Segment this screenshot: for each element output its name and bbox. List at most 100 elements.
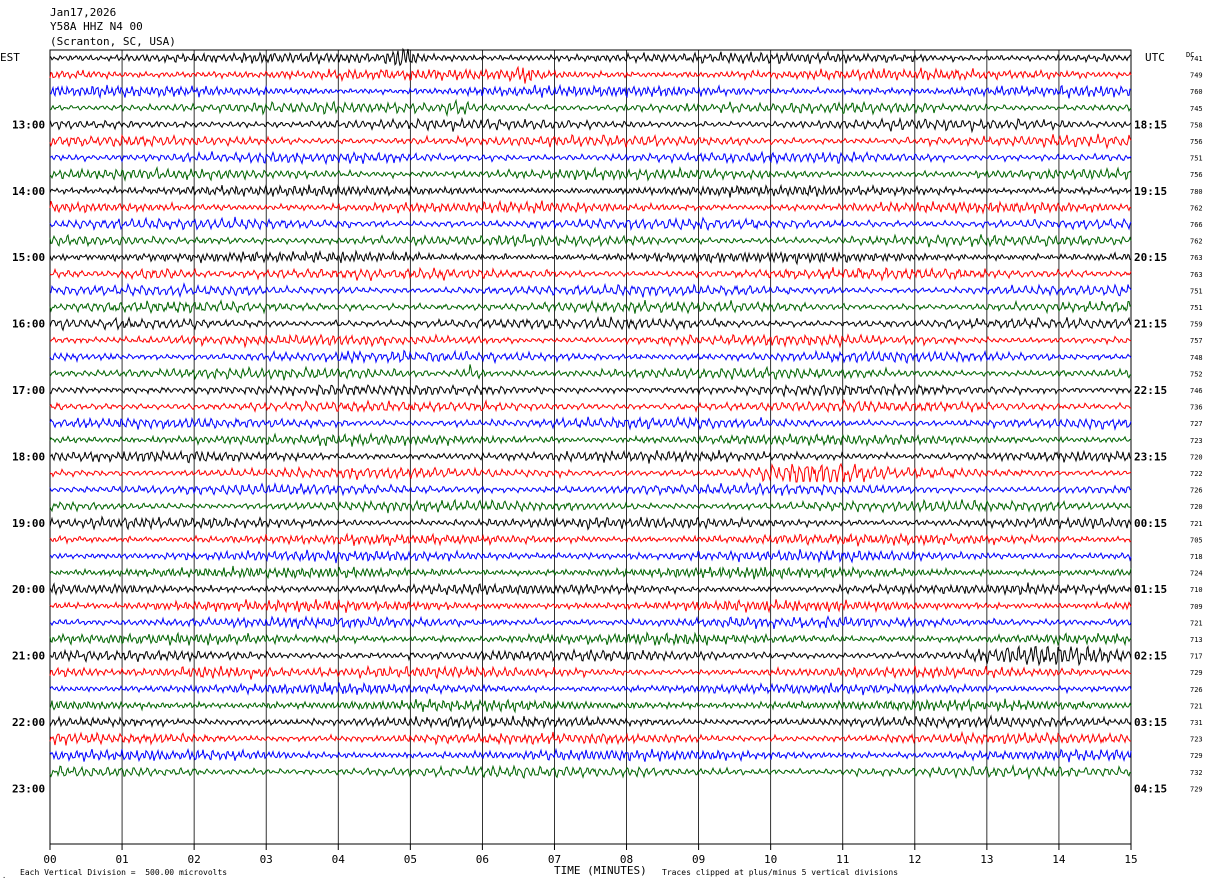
dc-value: 710 xyxy=(1190,586,1203,594)
x-tick-label-02: 02 xyxy=(188,853,201,866)
dc-value: 748 xyxy=(1190,354,1203,362)
trace-row-26 xyxy=(49,481,1132,497)
station-label: Y58A HHZ N4 00 xyxy=(50,20,143,33)
dc-value: 758 xyxy=(1190,121,1203,129)
x-tick-label-15: 15 xyxy=(1124,853,1137,866)
dc-value: 752 xyxy=(1190,370,1203,378)
x-axis-ticks: 00 01 02 03 04 05 06 07 08 09 10 11 12 13 14 15 xyxy=(43,844,1138,866)
trace-row-32 xyxy=(49,582,1132,597)
right-hour-label: 18:15 xyxy=(1134,118,1167,131)
trace-row-39 xyxy=(49,698,1132,714)
left-hour-label: 22:00 xyxy=(12,716,45,729)
right-timezone-label: UTC xyxy=(1145,51,1165,64)
left-hour-label: 23:00 xyxy=(12,782,45,795)
trace-row-31 xyxy=(49,565,1132,580)
dc-value: 745 xyxy=(1190,105,1203,113)
trace-row-5 xyxy=(49,133,1132,150)
x-tick-label-03: 03 xyxy=(260,853,273,866)
left-hour-label: 17:00 xyxy=(12,384,45,397)
x-tick-label-13: 13 xyxy=(980,853,993,866)
clip-note: Traces clipped at plus/minus 5 vertical … xyxy=(662,868,898,877)
dc-value: 759 xyxy=(1190,321,1203,329)
dc-value: 721 xyxy=(1190,520,1203,528)
dc-value: 751 xyxy=(1190,155,1203,163)
x-tick-label-11: 11 xyxy=(836,853,849,866)
dc-value: 720 xyxy=(1190,453,1203,461)
dc-value: 766 xyxy=(1190,221,1203,229)
dc-value: 729 xyxy=(1190,669,1203,677)
dc-value: 709 xyxy=(1190,603,1203,611)
x-tick-label-14: 14 xyxy=(1052,853,1066,866)
date-label: Jan17,2026 xyxy=(50,6,116,19)
dc-value: 731 xyxy=(1190,719,1203,727)
dc-value: 760 xyxy=(1190,88,1203,96)
dc-value: 721 xyxy=(1190,702,1203,710)
left-timezone-label: EST xyxy=(0,51,20,64)
dc-values-column: 741 749 760 745 758 756 751 756 780 762 766 762 763 7… xyxy=(1190,55,1203,793)
dc-value: 718 xyxy=(1190,553,1203,561)
x-tick-label-10: 10 xyxy=(764,853,777,866)
dc-value: 729 xyxy=(1190,785,1203,793)
trace-row-35 xyxy=(49,631,1132,647)
right-hour-label: 00:15 xyxy=(1134,517,1167,530)
trace-row-7 xyxy=(49,166,1132,182)
right-hour-label: 03:15 xyxy=(1134,716,1167,729)
dc-value: 720 xyxy=(1190,503,1203,511)
trace-row-1 xyxy=(49,65,1132,84)
trace-row-14 xyxy=(49,282,1132,298)
right-hour-label: 22:15 xyxy=(1134,384,1167,397)
dc-value: 780 xyxy=(1190,188,1203,196)
dc-value: 757 xyxy=(1190,337,1203,345)
dc-value: 763 xyxy=(1190,271,1203,279)
left-hour-label: 21:00 xyxy=(12,650,45,663)
right-hour-label: 23:15 xyxy=(1134,450,1167,463)
trace-row-16 xyxy=(49,315,1132,332)
trace-row-30 xyxy=(49,549,1132,564)
trace-row-15 xyxy=(49,299,1132,315)
x-tick-label-01: 01 xyxy=(115,853,128,866)
x-tick-label-00: 00 xyxy=(43,853,56,866)
left-hour-label: 18:00 xyxy=(12,450,45,463)
left-hour-labels: 13:00 14:00 15:00 16:00 17:00 18:00 19:00 20:00… xyxy=(12,118,45,795)
dc-value: 736 xyxy=(1190,404,1203,412)
dc-value: 751 xyxy=(1190,287,1203,295)
trace-row-34 xyxy=(49,615,1132,630)
x-tick-label-04: 04 xyxy=(332,853,346,866)
right-hour-label: 01:15 xyxy=(1134,583,1167,596)
dc-value: 713 xyxy=(1190,636,1203,644)
trace-row-42 xyxy=(49,747,1132,763)
trace-row-37 xyxy=(49,664,1132,680)
trace-row-28 xyxy=(49,515,1132,531)
trace-row-3 xyxy=(49,98,1132,117)
right-hour-labels: 18:15 19:15 20:15 21:15 22:15 23:15 00:15 01:15… xyxy=(1134,118,1167,795)
trace-row-6 xyxy=(49,150,1132,166)
trace-row-23 xyxy=(49,432,1132,447)
dc-value: 741 xyxy=(1190,55,1203,63)
trace-row-2 xyxy=(49,83,1132,100)
right-hour-label: 04:15 xyxy=(1134,782,1167,795)
trace-row-20 xyxy=(49,383,1132,398)
trace-row-18 xyxy=(49,349,1132,365)
dc-value: 705 xyxy=(1190,536,1203,544)
left-hour-label: 20:00 xyxy=(12,583,45,596)
dc-value: 721 xyxy=(1190,619,1203,627)
trace-layer xyxy=(49,47,1132,781)
trace-row-41 xyxy=(49,730,1132,746)
scale-note: Each Vertical Division = 500.00 microvol… xyxy=(20,868,227,877)
trace-row-27 xyxy=(49,498,1132,514)
dc-value: 749 xyxy=(1190,72,1203,80)
trace-row-24 xyxy=(49,449,1132,464)
dc-value: 723 xyxy=(1190,736,1203,744)
trace-row-0 xyxy=(49,47,1131,67)
right-hour-label: 21:15 xyxy=(1134,318,1167,331)
dc-value: 726 xyxy=(1190,686,1203,694)
dc-value: 724 xyxy=(1190,570,1203,578)
trace-row-8 xyxy=(49,183,1132,198)
right-hour-label: 02:15 xyxy=(1134,650,1167,663)
trace-row-36 xyxy=(49,644,1132,667)
trace-row-4 xyxy=(49,116,1132,134)
dc-value: 729 xyxy=(1190,752,1203,760)
dc-value: 762 xyxy=(1190,238,1203,246)
location-label: (Scranton, SC, USA) xyxy=(50,35,176,48)
right-hour-label: 20:15 xyxy=(1134,251,1167,264)
